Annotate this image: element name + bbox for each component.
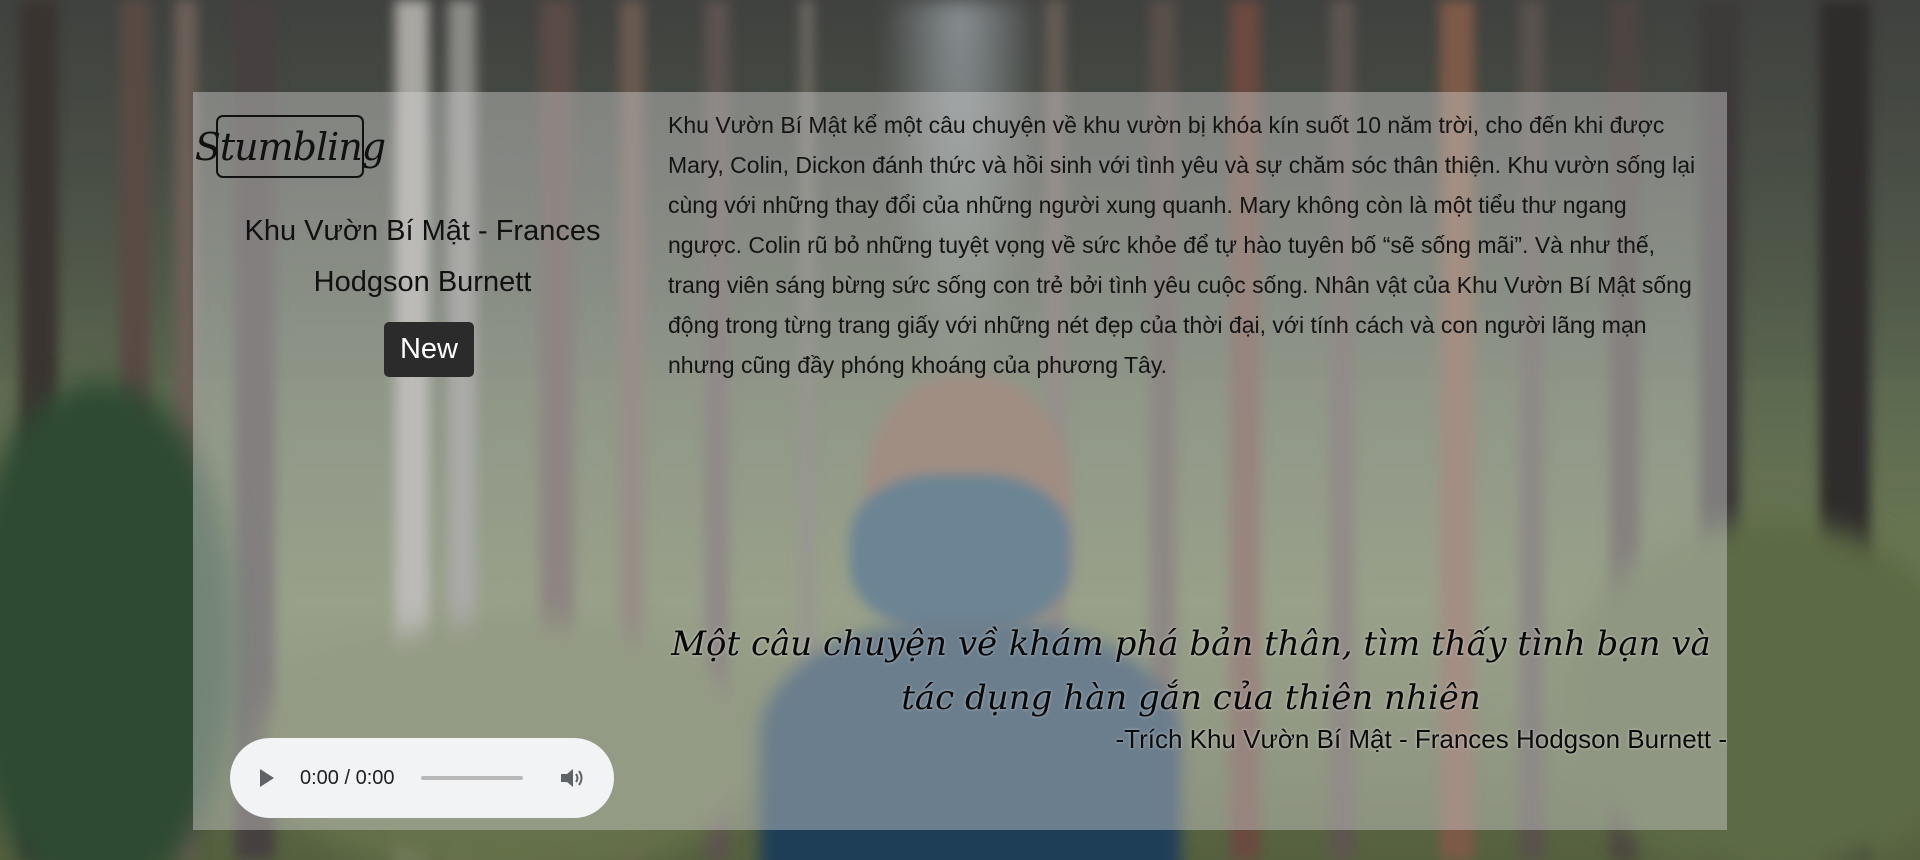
quote-source: -Trích Khu Vườn Bí Mật - Frances Hodgson…: [1115, 724, 1728, 754]
logo-text: Stumbling: [194, 124, 386, 169]
book-quote: Một câu chuyện về khám phá bản thân, tìm…: [671, 624, 1711, 718]
site-logo[interactable]: Stumbling: [195, 115, 386, 178]
book-title: Khu Vườn Bí Mật - Frances Hodgson Burnet…: [244, 215, 601, 298]
play-icon[interactable]: [260, 769, 274, 787]
new-button-label: New: [399, 333, 458, 365]
volume-icon[interactable]: [559, 766, 585, 790]
new-button[interactable]: New: [384, 322, 474, 377]
audio-time: 0:00 / 0:00: [300, 766, 395, 789]
audio-player: 0:00 / 0:00: [230, 738, 614, 818]
book-description: Khu Vườn Bí Mật kể một câu chuyện về khu…: [668, 112, 1696, 378]
audio-progress-slider[interactable]: [420, 776, 523, 780]
